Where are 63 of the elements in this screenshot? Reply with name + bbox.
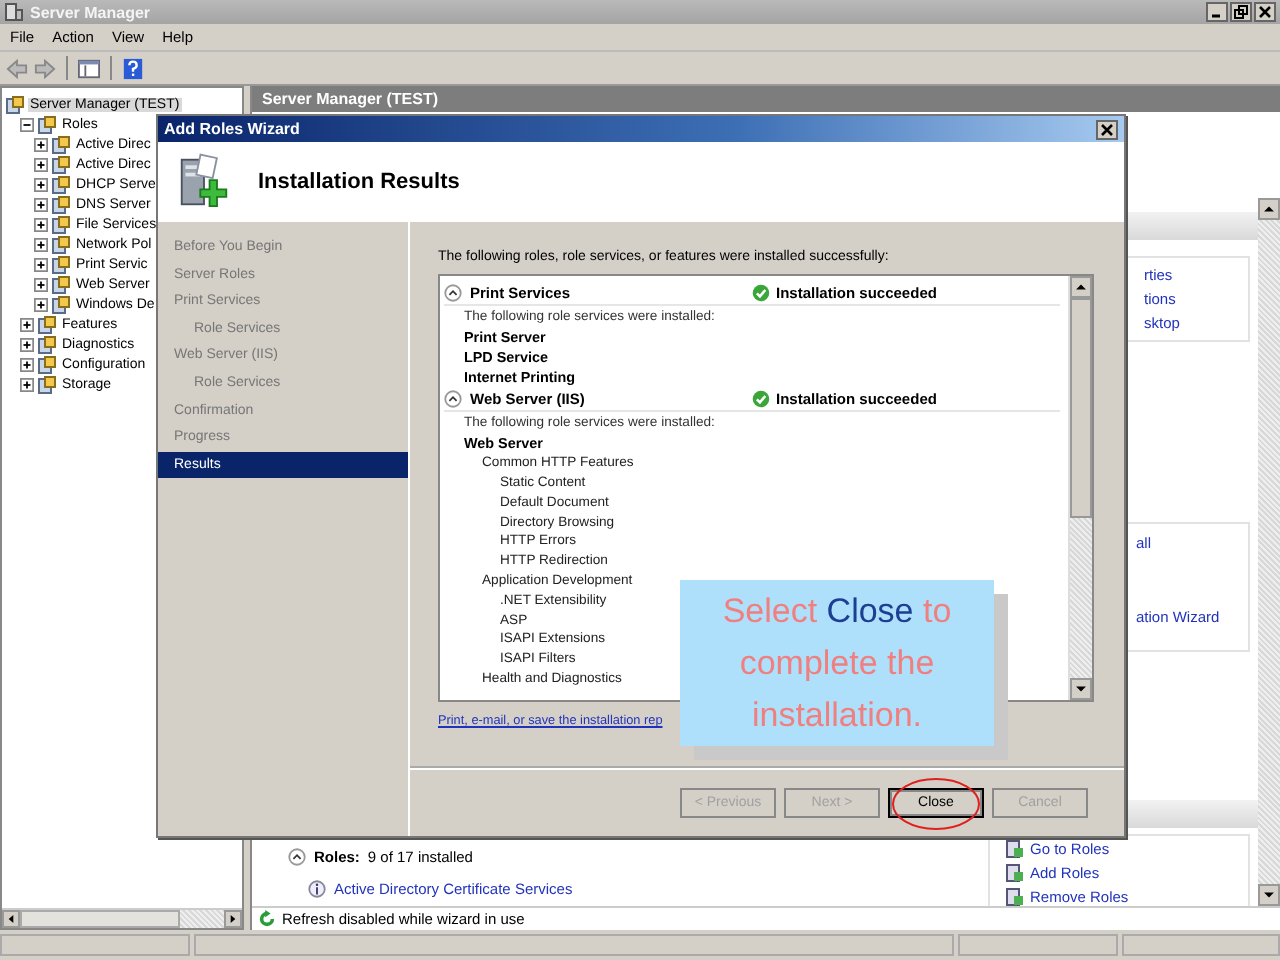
expand-icon[interactable] [34,157,48,171]
success-check-icon [752,283,770,301]
roles-icon [1006,864,1024,883]
help-icon[interactable] [122,57,144,79]
expand-icon[interactable] [34,297,48,311]
node-icon [38,335,56,353]
highlight-ellipse [890,776,982,832]
vertical-scrollbar[interactable] [1068,276,1092,700]
minimize-button[interactable] [1206,2,1228,22]
expand-icon[interactable] [20,377,34,391]
pane-title: Server Manager (TEST) [262,90,439,109]
node-icon [52,215,70,233]
window-title: Server Manager [30,3,151,21]
node-icon [38,375,56,393]
node-icon [38,315,56,333]
dialog-title: Add Roles Wizard [164,120,300,138]
scroll-up-button[interactable] [1070,276,1092,298]
expand-icon[interactable] [20,357,34,371]
node-icon [38,115,56,133]
expand-icon[interactable] [34,177,48,191]
close-button[interactable] [1096,119,1118,139]
node-icon [52,255,70,273]
restore-button[interactable] [1230,2,1252,22]
node-icon [38,355,56,373]
node-icon [52,195,70,213]
node-icon [52,235,70,253]
server-add-icon [178,152,230,212]
expand-icon[interactable] [20,337,34,351]
scroll-thumb[interactable] [20,910,180,928]
info-icon [308,880,326,899]
page-heading: Installation Results [258,170,460,194]
console-tree-icon[interactable] [78,57,100,79]
close-button[interactable] [1254,2,1276,22]
scroll-thumb[interactable] [1070,298,1092,518]
refresh-icon [258,910,276,929]
collapse-icon[interactable] [20,117,34,131]
scroll-right-button[interactable] [224,910,242,928]
node-icon [52,155,70,173]
callout-text: Select Close to complete the installation. [720,589,954,737]
collapse-icon[interactable] [444,283,462,301]
expand-icon[interactable] [34,257,48,271]
horizontal-scrollbar[interactable] [2,908,242,928]
node-icon [52,295,70,313]
expand-icon[interactable] [20,317,34,331]
scroll-down-button[interactable] [1258,884,1280,907]
node-icon [52,135,70,153]
node-icon [52,175,70,193]
node-icon [52,275,70,293]
server-icon [4,2,24,22]
node-icon [6,95,24,113]
collapse-icon[interactable] [288,848,306,867]
success-check-icon [752,389,770,408]
collapse-icon[interactable] [444,389,462,408]
expand-icon[interactable] [34,197,48,211]
scroll-down-button[interactable] [1070,678,1092,700]
scroll-up-button[interactable] [1258,198,1280,221]
roles-icon [1006,888,1024,907]
expand-icon[interactable] [34,237,48,251]
expand-icon[interactable] [34,277,48,291]
expand-icon[interactable] [34,217,48,231]
expand-icon[interactable] [34,137,48,151]
roles-icon [1006,840,1024,859]
scroll-left-button[interactable] [2,910,20,928]
